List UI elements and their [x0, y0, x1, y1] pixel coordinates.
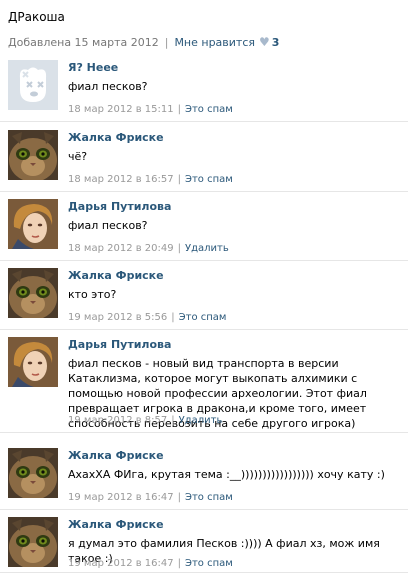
report-spam-link[interactable]: Это спам — [179, 312, 227, 323]
comment-row: Я? Неее фиал песков? 18 мар 2012 в 15:11 | Э… — [0, 60, 408, 122]
likes-count[interactable]: 3 — [272, 36, 280, 49]
post-meta: Добавлена 15 марта 2012 | Мне нравится ♥ 3 — [8, 35, 279, 49]
footer-separator: | — [171, 415, 175, 426]
comment-footer: 19 мар 2012 в 8:57 | Удалить — [68, 415, 222, 426]
post-date: Добавлена 15 марта 2012 — [8, 36, 159, 49]
post-title: ДРакоша — [8, 10, 65, 24]
comment-footer: 19 мар 2012 в 16:47 | Это спам — [68, 558, 233, 569]
comment-row: Жалка Фриске я думал это фамилия Песков :… — [0, 517, 408, 573]
comment-date: 19 мар 2012 в 8:57 — [68, 415, 168, 426]
footer-separator: | — [177, 243, 181, 254]
footer-separator: | — [177, 104, 181, 115]
comment-row: Дарья Путилова фиал песков? 18 мар 2012 в … — [0, 199, 408, 261]
footer-separator: | — [171, 312, 175, 323]
meta-separator: | — [164, 36, 169, 49]
heart-icon[interactable]: ♥ — [259, 35, 270, 49]
comment-date: 19 мар 2012 в 16:47 — [68, 558, 174, 569]
comment-date: 18 мар 2012 в 16:57 — [68, 174, 174, 185]
comment-date: 19 мар 2012 в 16:47 — [68, 492, 174, 503]
footer-separator: | — [177, 174, 181, 185]
avatar[interactable] — [8, 268, 58, 318]
comment-date: 18 мар 2012 в 20:49 — [68, 243, 174, 254]
comment-author[interactable]: Жалка Фриске — [68, 449, 164, 462]
report-spam-link[interactable]: Это спам — [185, 558, 233, 569]
like-button[interactable]: Мне нравится — [174, 36, 255, 49]
delete-comment-link[interactable]: Удалить — [179, 415, 223, 426]
comment-row: Жалка Фриске АхахХА ФИга, крутая тема :__… — [0, 448, 408, 510]
avatar[interactable] — [8, 337, 58, 387]
comment-footer: 18 мар 2012 в 20:49 | Удалить — [68, 243, 229, 254]
comment-author[interactable]: Я? Неее — [68, 61, 118, 74]
comment-text: фиал песков? — [68, 219, 148, 232]
avatar[interactable] — [8, 448, 58, 498]
footer-separator: | — [177, 558, 181, 569]
report-spam-link[interactable]: Это спам — [185, 174, 233, 185]
report-spam-link[interactable]: Это спам — [185, 104, 233, 115]
comment-author[interactable]: Жалка Фриске — [68, 269, 164, 282]
comment-text: чё? — [68, 150, 88, 163]
comment-row: Жалка Фриске кто это? 19 мар 2012 в 5:56 | Э… — [0, 268, 408, 330]
comment-author[interactable]: Жалка Фриске — [68, 131, 164, 144]
comment-footer: 18 мар 2012 в 16:57 | Это спам — [68, 174, 233, 185]
comment-row: Дарья Путилова фиал песков - новый вид тр… — [0, 337, 408, 433]
comment-author[interactable]: Жалка Фриске — [68, 518, 164, 531]
comment-date: 19 мар 2012 в 5:56 — [68, 312, 168, 323]
comment-text: фиал песков? — [68, 80, 148, 93]
comment-footer: 19 мар 2012 в 16:47 | Это спам — [68, 492, 233, 503]
comment-date: 18 мар 2012 в 15:11 — [68, 104, 174, 115]
comment-row: Жалка Фриске чё? 18 мар 2012 в 16:57 | Это с… — [0, 130, 408, 192]
footer-separator: | — [177, 492, 181, 503]
report-spam-link[interactable]: Это спам — [185, 492, 233, 503]
comment-footer: 19 мар 2012 в 5:56 | Это спам — [68, 312, 226, 323]
avatar[interactable] — [8, 517, 58, 567]
comment-footer: 18 мар 2012 в 15:11 | Это спам — [68, 104, 233, 115]
avatar[interactable] — [8, 60, 58, 110]
comment-text: АхахХА ФИга, крутая тема :__))))))))))))… — [68, 468, 385, 481]
delete-comment-link[interactable]: Удалить — [185, 243, 229, 254]
avatar[interactable] — [8, 130, 58, 180]
photo-comments-page: ДРакоша Добавлена 15 марта 2012 | Мне нрав… — [0, 0, 416, 577]
avatar[interactable] — [8, 199, 58, 249]
comment-author[interactable]: Дарья Путилова — [68, 338, 171, 351]
comment-text: кто это? — [68, 288, 117, 301]
comment-author[interactable]: Дарья Путилова — [68, 200, 171, 213]
